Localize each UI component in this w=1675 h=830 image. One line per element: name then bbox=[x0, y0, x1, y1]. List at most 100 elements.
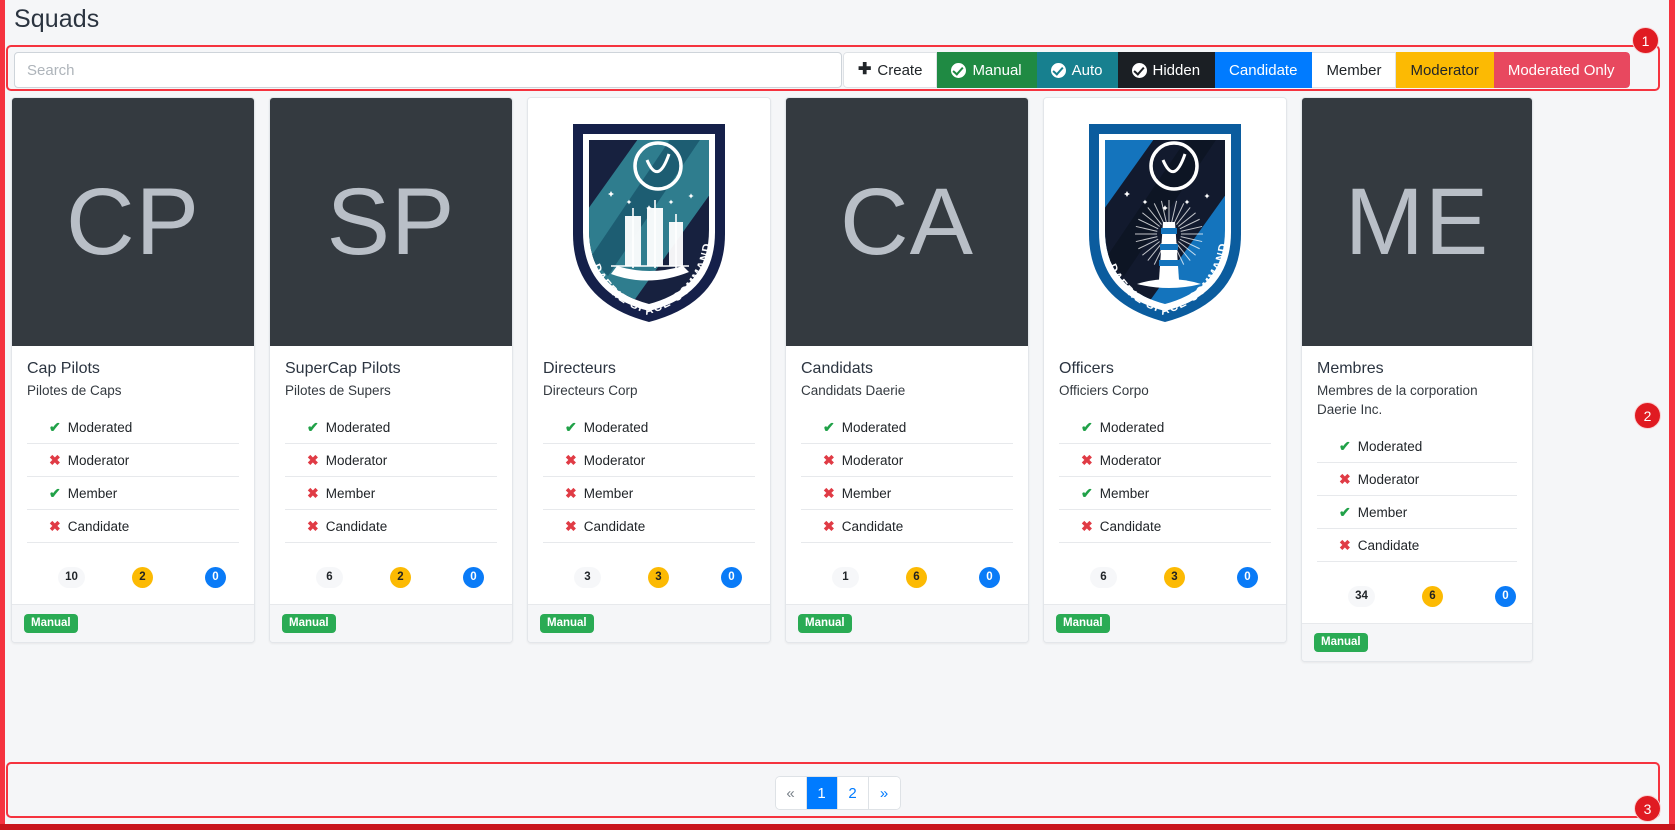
squad-card-footer: Manual bbox=[786, 604, 1028, 643]
member-count-badge: 6 bbox=[316, 566, 343, 588]
pagination-page-2[interactable]: 2 bbox=[837, 777, 869, 809]
check-icon: ✔ bbox=[307, 419, 319, 436]
squad-flag-label: Moderated bbox=[841, 419, 907, 435]
member-count-badge: 3 bbox=[574, 566, 601, 588]
squad-flag-label: Member bbox=[841, 485, 892, 501]
squad-card[interactable]: CP Cap Pilots Pilotes de Caps ✔ Moderated ✖ Mo… bbox=[11, 97, 255, 644]
filter-button-auto[interactable]: Auto bbox=[1036, 52, 1118, 88]
squad-flag-moderated: ✔ Moderated bbox=[285, 419, 497, 445]
squad-counts: 3 3 0 bbox=[543, 554, 755, 594]
filter-button-manual[interactable]: Manual bbox=[937, 52, 1037, 88]
squad-flag-label: Candidate bbox=[841, 518, 904, 534]
squad-description: Pilotes de Caps bbox=[27, 383, 122, 398]
candidate-count-badge: 0 bbox=[721, 566, 742, 588]
squad-flag-moderated: ✔ Moderated bbox=[1059, 419, 1271, 445]
filter-button-group: ✚ Create Manual Auto Hidden Candidate Member Mo… bbox=[843, 52, 1630, 88]
filter-button-moderated-only[interactable]: Moderated Only bbox=[1493, 52, 1630, 88]
filter-button-label: Moderator bbox=[1410, 61, 1479, 79]
squad-card-footer: Manual bbox=[1044, 604, 1286, 643]
moderator-count-badge: 6 bbox=[906, 566, 927, 588]
check-icon: ✔ bbox=[1081, 419, 1093, 436]
annotation-marker-3: 3 bbox=[1634, 795, 1661, 822]
moderator-count-badge: 2 bbox=[132, 566, 153, 588]
squad-flag-label: Moderated bbox=[67, 419, 133, 435]
squad-card[interactable]: DAERIE SPACE COMMAND Officers Officiers Co… bbox=[1043, 97, 1287, 644]
moderator-count-badge: 2 bbox=[390, 566, 411, 588]
squad-card-media: CA bbox=[786, 98, 1028, 346]
cross-icon: ✖ bbox=[823, 452, 835, 469]
member-count-badge: 6 bbox=[1090, 566, 1117, 588]
squad-flag-moderated: ✔ Moderated bbox=[27, 419, 239, 445]
squad-flag-moderator: ✖ Moderator bbox=[1317, 471, 1517, 497]
check-icon: ✔ bbox=[1081, 485, 1093, 502]
filter-button-label: Auto bbox=[1071, 61, 1103, 79]
squad-flag-member: ✖ Member bbox=[801, 485, 1013, 511]
filter-button-label: Member bbox=[1326, 61, 1382, 79]
squad-counts: 1 6 0 bbox=[801, 554, 1013, 594]
squad-card[interactable]: ME Membres Membres de la corporation Daeri… bbox=[1301, 97, 1533, 663]
cross-icon: ✖ bbox=[1339, 537, 1351, 554]
check-icon: ✔ bbox=[823, 419, 835, 436]
squad-flag-list: ✔ Moderated ✖ Moderator ✔ Member ✖ Candidate bbox=[27, 419, 239, 544]
daerie-space-command-emblem-blue: DAERIE SPACE COMMAND bbox=[1089, 124, 1241, 322]
squad-flag-label: Moderated bbox=[1099, 419, 1165, 435]
squad-initials: SP bbox=[326, 168, 456, 275]
squad-type-badge: Manual bbox=[1314, 633, 1368, 653]
squad-flag-list: ✔ Moderated ✖ Moderator ✖ Member ✖ Candidate bbox=[285, 419, 497, 544]
squad-flag-label: Candidate bbox=[1099, 518, 1162, 534]
squad-card-media: SP bbox=[270, 98, 512, 346]
pagination-page-1[interactable]: 1 bbox=[806, 777, 838, 809]
pagination-next[interactable]: » bbox=[868, 777, 900, 809]
squad-flag-label: Member bbox=[583, 485, 634, 501]
annotation-edge-right bbox=[1669, 0, 1675, 830]
squad-card-list: CP Cap Pilots Pilotes de Caps ✔ Moderated ✖ Mo… bbox=[11, 97, 1541, 705]
filter-button-create[interactable]: ✚ Create bbox=[843, 52, 938, 88]
page-title: Squads bbox=[14, 5, 100, 33]
cross-icon: ✖ bbox=[307, 452, 319, 469]
check-icon: ✔ bbox=[565, 419, 577, 436]
cross-icon: ✖ bbox=[1339, 471, 1351, 488]
filter-button-moderator[interactable]: Moderator bbox=[1396, 52, 1494, 88]
pagination-prev[interactable]: « bbox=[775, 777, 807, 809]
squad-card-footer: Manual bbox=[270, 604, 512, 643]
squad-card-body: Cap Pilots Pilotes de Caps ✔ Moderated ✖ Mode… bbox=[12, 346, 254, 604]
squad-type-badge: Manual bbox=[798, 614, 852, 633]
squad-flag-moderator: ✖ Moderator bbox=[27, 453, 239, 478]
squad-flag-moderated: ✔ Moderated bbox=[543, 419, 755, 445]
filter-button-member[interactable]: Member bbox=[1312, 52, 1397, 88]
squad-counts: 6 2 0 bbox=[285, 554, 497, 594]
squads-page: Squads ✚CreateManualAutoHiddenCandidateM… bbox=[0, 0, 1675, 830]
candidate-count-badge: 0 bbox=[1495, 585, 1516, 607]
squad-card[interactable]: CA Candidats Candidats Daerie ✔ Moderated ✖ Mo… bbox=[785, 97, 1029, 644]
annotation-edge-bottom bbox=[0, 824, 1675, 830]
squad-card-media: DAERIE SPACE COMMAND bbox=[1044, 98, 1286, 346]
moderator-count-badge: 3 bbox=[1164, 566, 1185, 588]
squad-card-body: SuperCap Pilots Pilotes de Supers ✔ Moderat… bbox=[270, 346, 512, 604]
filter-button-candidate[interactable]: Candidate bbox=[1215, 52, 1313, 88]
cross-icon: ✖ bbox=[49, 518, 61, 535]
member-count-badge: 10 bbox=[58, 566, 85, 588]
cross-icon: ✖ bbox=[565, 452, 577, 469]
squad-card-footer: Manual bbox=[12, 604, 254, 643]
squad-counts: 10 2 0 bbox=[27, 554, 239, 594]
squad-flag-label: Candidate bbox=[583, 518, 646, 534]
squad-flag-label: Moderated bbox=[583, 419, 649, 435]
squad-type-badge: Manual bbox=[1056, 614, 1110, 633]
squad-title: Officers bbox=[1059, 360, 1114, 377]
filter-button-hidden[interactable]: Hidden bbox=[1117, 52, 1216, 88]
search-input[interactable] bbox=[14, 52, 842, 88]
check-circle-icon bbox=[1050, 62, 1066, 78]
candidate-count-badge: 0 bbox=[205, 566, 226, 588]
squad-title: SuperCap Pilots bbox=[285, 360, 401, 377]
squad-card[interactable]: DAERIE SPACE COMMAND Directeurs Directeurs… bbox=[527, 97, 771, 644]
filter-button-label: Moderated Only bbox=[1507, 61, 1615, 79]
cross-icon: ✖ bbox=[1081, 518, 1093, 535]
squad-flag-candidate: ✖ Candidate bbox=[543, 518, 755, 544]
check-icon: ✔ bbox=[1339, 438, 1351, 455]
squad-card-body: Officers Officiers Corpo ✔ Moderated ✖ Modera… bbox=[1044, 346, 1286, 604]
squad-flag-label: Moderator bbox=[841, 452, 904, 468]
squad-card[interactable]: SP SuperCap Pilots Pilotes de Supers ✔ Moder… bbox=[269, 97, 513, 644]
check-circle-icon bbox=[951, 62, 967, 78]
squad-flag-moderated: ✔ Moderated bbox=[801, 419, 1013, 445]
squad-flag-member: ✔ Member bbox=[1059, 485, 1271, 511]
